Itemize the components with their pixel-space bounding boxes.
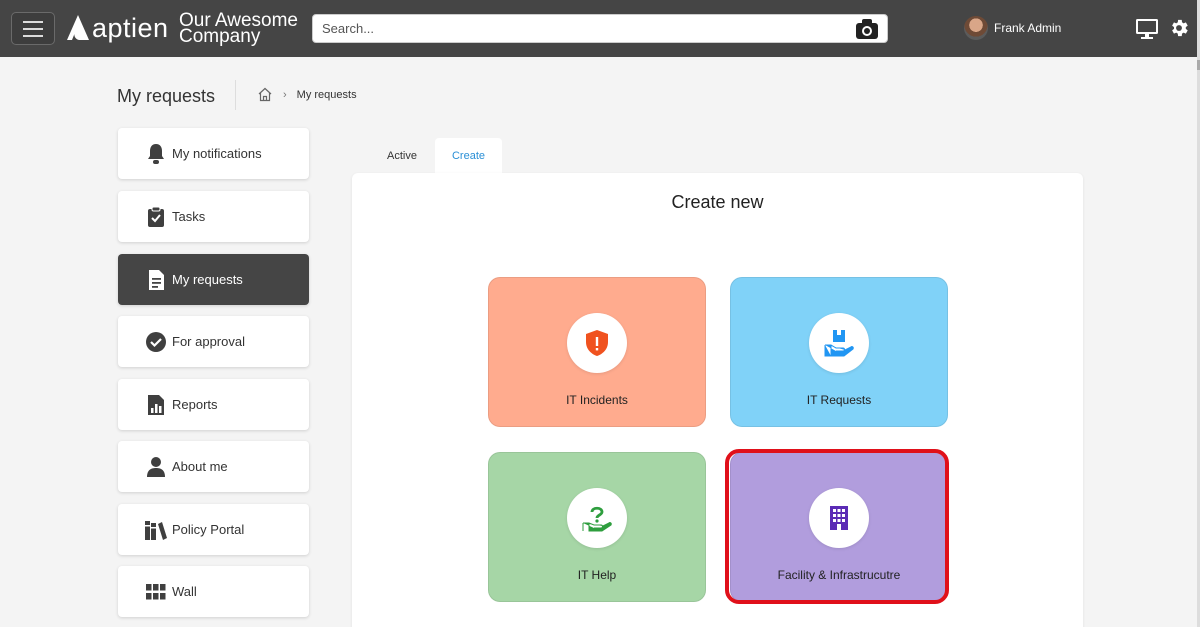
chevron-right-icon: › bbox=[283, 88, 287, 101]
breadcrumb: › My requests bbox=[257, 87, 357, 102]
sidebar-item-label: My requests bbox=[172, 272, 243, 287]
sidebar-item-for-approval[interactable]: For approval bbox=[118, 316, 309, 367]
sidebar-item-my-notifications[interactable]: My notifications bbox=[118, 128, 309, 179]
check-circle-icon bbox=[142, 328, 170, 356]
sidebar-item-tasks[interactable]: Tasks bbox=[118, 191, 309, 242]
hand-box-icon bbox=[824, 330, 854, 357]
menu-line bbox=[23, 27, 43, 30]
sidebar-item-label: Reports bbox=[172, 397, 218, 412]
sidebar-item-about-me[interactable]: About me bbox=[118, 441, 309, 492]
menu-line bbox=[23, 20, 43, 23]
hamburger-menu-button[interactable] bbox=[11, 12, 55, 45]
tab-create[interactable]: Create bbox=[435, 138, 502, 173]
create-panel: Create new IT Incidents IT Requests IT H… bbox=[352, 173, 1083, 627]
card-it-requests[interactable]: IT Requests bbox=[730, 277, 948, 427]
card-it-incidents[interactable]: IT Incidents bbox=[488, 277, 706, 427]
company-line2: Company bbox=[179, 26, 261, 47]
sidebar-item-label: My notifications bbox=[172, 146, 262, 161]
selection-highlight bbox=[725, 449, 949, 604]
sidebar-item-wall[interactable]: Wall bbox=[118, 566, 309, 617]
hand-help-icon bbox=[582, 506, 612, 532]
bell-icon bbox=[142, 140, 170, 168]
sidebar-item-label: About me bbox=[172, 459, 228, 474]
aptien-logo[interactable]: aptien bbox=[66, 12, 169, 44]
sidebar-item-my-requests[interactable]: My requests bbox=[118, 254, 309, 305]
avatar bbox=[964, 16, 988, 40]
aptien-logo-icon bbox=[67, 15, 89, 40]
top-bar: aptien Our Awesome Company Frank Admin bbox=[0, 0, 1200, 57]
person-icon bbox=[142, 453, 170, 481]
sidebar-item-label: Tasks bbox=[172, 209, 206, 224]
page-title: My requests bbox=[117, 86, 216, 106]
card-label: IT Incidents bbox=[566, 393, 628, 407]
sidebar-item-policy-portal[interactable]: Policy Portal bbox=[118, 504, 309, 555]
sidebar-item-reports[interactable]: Reports bbox=[118, 379, 309, 430]
card-icon-circle bbox=[567, 313, 627, 373]
gear-icon[interactable] bbox=[1168, 17, 1190, 39]
home-icon[interactable] bbox=[257, 87, 273, 102]
card-it-help[interactable]: IT Help bbox=[488, 452, 706, 602]
tab-active[interactable]: Active bbox=[371, 138, 433, 173]
sidebar-item-label: For approval bbox=[172, 334, 245, 349]
menu-line bbox=[23, 34, 43, 37]
company-name: Our Awesome Company bbox=[179, 11, 298, 47]
logo-text: aptien bbox=[92, 12, 169, 43]
grid-icon bbox=[142, 578, 170, 606]
search-box bbox=[312, 14, 888, 43]
sidebar-item-label: Policy Portal bbox=[172, 522, 245, 537]
card-icon-circle bbox=[809, 313, 869, 373]
card-icon-circle bbox=[567, 488, 627, 548]
panel-title: Create new bbox=[671, 192, 764, 212]
card-label: IT Help bbox=[577, 568, 617, 582]
shield-alert-icon bbox=[586, 330, 608, 356]
books-icon bbox=[142, 516, 170, 544]
user-menu[interactable]: Frank Admin bbox=[964, 16, 1061, 40]
monitor-icon[interactable] bbox=[1135, 18, 1159, 40]
report-icon bbox=[142, 391, 170, 419]
camera-icon[interactable] bbox=[855, 18, 879, 40]
header-divider bbox=[235, 80, 236, 110]
card-label: IT Requests bbox=[806, 393, 872, 407]
document-icon bbox=[142, 266, 170, 294]
breadcrumb-current[interactable]: My requests bbox=[297, 89, 357, 101]
user-name: Frank Admin bbox=[994, 21, 1062, 35]
search-input[interactable] bbox=[313, 15, 833, 42]
clipboard-check-icon bbox=[142, 203, 170, 231]
sidebar-item-label: Wall bbox=[172, 584, 197, 599]
